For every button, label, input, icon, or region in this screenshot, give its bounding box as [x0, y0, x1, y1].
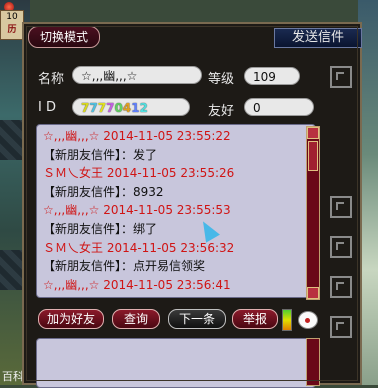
- name-field: ☆,,,幽,,,☆: [72, 66, 202, 84]
- ornament-icon: [330, 196, 352, 218]
- id-digit: 0: [114, 101, 123, 115]
- send-letter-window: 切换模式 发送信件 名称 ☆,,,幽,,,☆ 等级 109 I D 777704…: [22, 22, 362, 388]
- id-digit: 2: [139, 101, 148, 115]
- scroll-thumb[interactable]: [308, 141, 318, 171]
- message-body: 【新朋友信件】：绑了: [43, 222, 158, 236]
- message-header: ＳＭ乀女王 2014-11-05 23:55:26: [43, 166, 235, 181]
- friendship-field: 0: [244, 98, 314, 116]
- window-title: 发送信件: [274, 28, 362, 48]
- message-log: ☆,,,幽,,,☆ 2014-11-05 23:55:22 【新朋友信件】：发了 Ｓ…: [36, 124, 316, 298]
- ornament-icon: [330, 66, 352, 88]
- friendship-label: 友好: [208, 104, 235, 119]
- ornament-icon: [330, 316, 352, 338]
- message-scrollbar[interactable]: [306, 126, 320, 300]
- message-body: 【新朋友信件】：8932: [43, 184, 164, 199]
- scroll-down-button[interactable]: [307, 287, 319, 299]
- level-label: 等级: [208, 72, 235, 87]
- corner-top-text: 10: [6, 12, 18, 22]
- compose-input[interactable]: [36, 338, 316, 388]
- id-digit: 7: [97, 101, 107, 115]
- id-label: I D: [38, 100, 56, 115]
- cow-emoticon-icon[interactable]: [298, 311, 318, 329]
- compose-scrollbar[interactable]: [306, 338, 320, 386]
- id-digits: 77770412: [81, 101, 148, 115]
- ornament-column: [324, 66, 358, 366]
- signal-meter-icon: [282, 309, 292, 331]
- ornament-icon: [330, 236, 352, 258]
- scroll-up-button[interactable]: [307, 127, 319, 139]
- next-button[interactable]: 下一条: [168, 309, 226, 329]
- ornament-icon: [330, 276, 352, 298]
- corner-bottom-text: 历: [7, 25, 17, 35]
- bottom-label: 百科: [2, 370, 24, 383]
- message-body: 【新朋友信件】：发了: [43, 147, 158, 162]
- message-header: ☆,,,幽,,,☆ 2014-11-05 23:55:53: [43, 203, 231, 218]
- message-header: ☆,,,幽,,,☆ 2014-11-05 23:55:22: [43, 129, 231, 143]
- add-friend-button[interactable]: 加为好友: [38, 309, 104, 329]
- id-digit: 1: [131, 101, 140, 115]
- switch-mode-button[interactable]: 切换模式: [28, 26, 100, 48]
- status-corner: 10 历: [0, 10, 24, 40]
- level-field: 109: [244, 67, 300, 85]
- name-label: 名称: [38, 72, 65, 87]
- id-digit: 4: [122, 101, 132, 115]
- message-header: ☆,,,幽,,,☆ 2014-11-05 23:56:41: [43, 277, 231, 292]
- id-field: 77770412: [72, 98, 190, 116]
- id-digit: 7: [89, 101, 98, 115]
- query-button[interactable]: 查询: [112, 309, 160, 329]
- report-button[interactable]: 举报: [232, 309, 278, 329]
- message-body: 【新朋友信件】：点开易信领奖: [43, 259, 206, 274]
